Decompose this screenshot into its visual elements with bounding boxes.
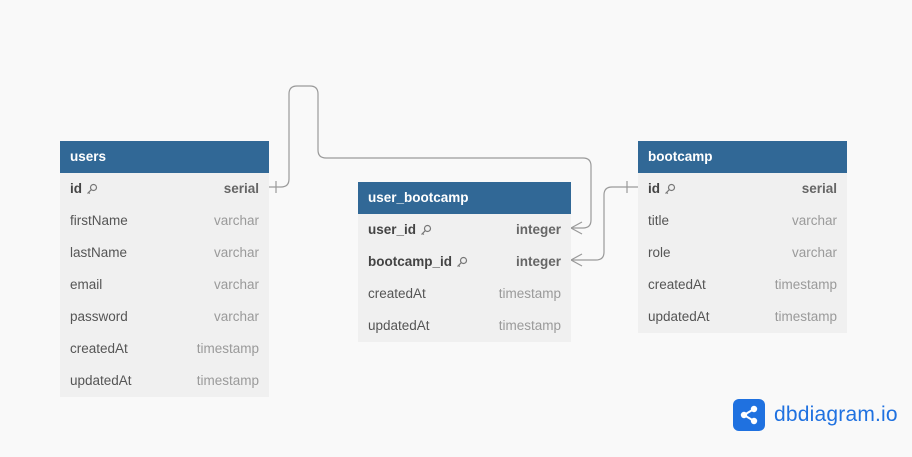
column-name-label: id xyxy=(70,181,82,196)
table-users[interactable]: users id serial firstName varchar lastName va… xyxy=(60,141,269,397)
table-row[interactable]: createdAt timestamp xyxy=(358,278,571,310)
column-name-label: password xyxy=(70,309,128,324)
column-name: updatedAt xyxy=(368,310,430,342)
table-body: user_id integer bootcamp_id integer createdA… xyxy=(358,214,571,342)
column-type: integer xyxy=(515,254,561,269)
key-icon xyxy=(664,183,676,195)
column-name-label: createdAt xyxy=(70,341,128,356)
table-row[interactable]: password varchar xyxy=(60,301,269,333)
table-row[interactable]: firstName varchar xyxy=(60,205,269,237)
table-row[interactable]: user_id integer xyxy=(358,214,571,246)
table-row[interactable]: updatedAt timestamp xyxy=(638,301,847,333)
column-name: updatedAt xyxy=(648,301,710,333)
key-icon xyxy=(456,256,468,268)
table-row[interactable]: bootcamp_id integer xyxy=(358,246,571,278)
column-name-label: updatedAt xyxy=(648,309,710,324)
column-name-label: email xyxy=(70,277,103,292)
column-name-label: createdAt xyxy=(648,277,706,292)
column-name-label: updatedAt xyxy=(70,373,132,388)
column-name-label: updatedAt xyxy=(368,318,430,333)
column-name-label: lastName xyxy=(70,245,128,260)
column-type: timestamp xyxy=(498,286,561,301)
table-user-bootcamp[interactable]: user_bootcamp user_id integer bootcamp_id i… xyxy=(358,182,571,342)
column-name: createdAt xyxy=(368,278,426,310)
table-row[interactable]: id serial xyxy=(60,173,269,205)
table-body: id serial title varchar role varchar createdAt… xyxy=(638,173,847,333)
column-name: bootcamp_id xyxy=(368,246,468,278)
table-row[interactable]: createdAt timestamp xyxy=(60,333,269,365)
column-name: password xyxy=(70,301,128,333)
column-name: title xyxy=(648,205,669,237)
column-type: serial xyxy=(223,181,259,196)
column-type: varchar xyxy=(213,213,259,228)
relation-bootcamp-user-bootcamp[interactable] xyxy=(571,186,638,261)
table-row[interactable]: id serial xyxy=(638,173,847,205)
column-name: id xyxy=(648,173,676,205)
table-row[interactable]: lastName varchar xyxy=(60,237,269,269)
column-type: varchar xyxy=(791,245,837,260)
table-row[interactable]: updatedAt timestamp xyxy=(60,365,269,397)
share-nodes-icon xyxy=(733,399,765,431)
column-name: updatedAt xyxy=(70,365,132,397)
column-name-label: title xyxy=(648,213,670,228)
table-row[interactable]: createdAt timestamp xyxy=(638,269,847,301)
column-name: createdAt xyxy=(648,269,706,301)
table-bootcamp[interactable]: bootcamp id serial title varchar role varchar… xyxy=(638,141,847,333)
column-name: createdAt xyxy=(70,333,128,365)
column-type: varchar xyxy=(791,213,837,228)
column-name: email xyxy=(70,269,102,301)
column-name-label: id xyxy=(648,181,660,196)
table-row[interactable]: role varchar xyxy=(638,237,847,269)
table-header-user-bootcamp[interactable]: user_bootcamp xyxy=(358,182,571,214)
key-icon xyxy=(86,183,98,195)
key-icon xyxy=(420,224,432,236)
diagram-canvas[interactable]: users id serial firstName varchar lastName va… xyxy=(0,0,912,457)
dbdiagram-logo[interactable]: dbdiagram.io xyxy=(733,399,898,431)
column-type: varchar xyxy=(213,245,259,260)
column-type: timestamp xyxy=(196,373,259,388)
column-name-label: createdAt xyxy=(368,286,426,301)
column-name-label: user_id xyxy=(368,222,417,237)
column-type: integer xyxy=(515,222,561,237)
column-name: lastName xyxy=(70,237,127,269)
column-type: timestamp xyxy=(196,341,259,356)
column-name: user_id xyxy=(368,214,432,246)
table-header-users[interactable]: users xyxy=(60,141,269,173)
column-name-label: firstName xyxy=(70,213,128,228)
table-row[interactable]: updatedAt timestamp xyxy=(358,310,571,342)
column-type: timestamp xyxy=(774,309,837,324)
column-name: firstName xyxy=(70,205,128,237)
table-body: id serial firstName varchar lastName varchar e… xyxy=(60,173,269,397)
column-name-label: bootcamp_id xyxy=(368,254,453,269)
table-header-bootcamp[interactable]: bootcamp xyxy=(638,141,847,173)
brand-text: dbdiagram.io xyxy=(774,403,898,426)
column-type: varchar xyxy=(213,309,259,324)
table-row[interactable]: email varchar xyxy=(60,269,269,301)
column-type: serial xyxy=(801,181,837,196)
column-type: varchar xyxy=(213,277,259,292)
table-row[interactable]: title varchar xyxy=(638,205,847,237)
column-name: role xyxy=(648,237,671,269)
column-name: id xyxy=(70,173,98,205)
column-name-label: role xyxy=(648,245,671,260)
column-type: timestamp xyxy=(774,277,837,292)
column-type: timestamp xyxy=(498,318,561,333)
